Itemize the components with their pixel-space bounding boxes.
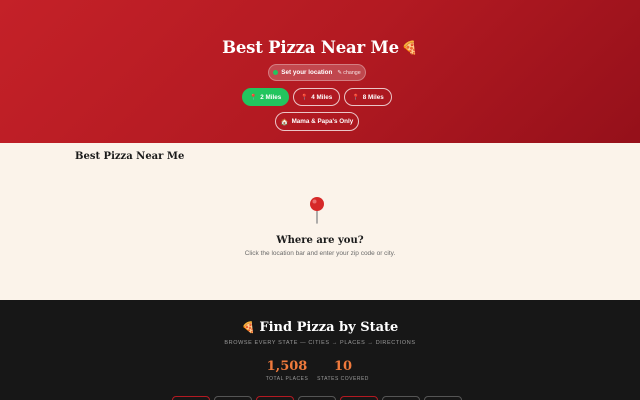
pin-icon: 📍 (300, 94, 309, 101)
pin-icon: 📍 (352, 94, 360, 101)
state-section-title-text: Find Pizza by State (259, 320, 399, 335)
section-heading: Best Pizza Near Me (75, 151, 185, 162)
location-change-link[interactable]: ✎ change (337, 70, 360, 76)
page-title: Best Pizza Near Me 🍕 (0, 38, 640, 57)
page-title-text: Best Pizza Near Me (222, 38, 399, 57)
pizza-icon: 🍕 (241, 321, 256, 334)
stat-states-covered: 10 STATES COVERED (303, 359, 383, 383)
location-label: Set your location (281, 69, 333, 76)
location-bar[interactable]: Set your location ✎ change (268, 64, 366, 81)
stat-value: 10 (333, 359, 353, 374)
state-section (0, 300, 640, 400)
radius-label: 4 Miles (311, 93, 333, 101)
empty-state-title: Where are you? (276, 235, 364, 246)
mama-papa-filter-button[interactable]: 🏠 Mama & Papa's Only (275, 112, 359, 131)
state-chip[interactable] (340, 396, 378, 400)
radius-4-miles-button[interactable]: 📍 4 Miles (293, 88, 340, 106)
state-section-subtitle: BROWSE EVERY STATE — CITIES → PLACES → D… (224, 340, 416, 346)
stat-label: STATES COVERED (317, 376, 369, 383)
location-dot-icon (273, 70, 279, 75)
state-chip[interactable] (172, 396, 210, 400)
filter-label: Mama & Papa's Only (291, 118, 354, 125)
state-chip[interactable] (214, 396, 252, 400)
pizza-icon: 🍕 (401, 41, 418, 56)
state-chip[interactable] (256, 396, 294, 400)
radius-8-miles-button[interactable]: 📍 8 Miles (344, 88, 392, 106)
map-pin-icon (310, 197, 324, 224)
house-icon: 🏠 (280, 118, 289, 126)
state-chip[interactable] (424, 396, 462, 400)
hero-banner: Best Pizza Near Me 🍕 Set your location ✎ … (0, 0, 640, 143)
radius-label: 2 Miles (260, 93, 282, 101)
radius-label: 8 Miles (362, 93, 384, 101)
radius-2-miles-button[interactable]: 📍 2 Miles (242, 88, 289, 106)
empty-state-subtitle: Click the location bar and enter your zi… (244, 250, 396, 257)
pin-icon: 📍 (249, 94, 258, 101)
state-section-title: 🍕 Find Pizza by State (0, 320, 640, 335)
state-chip[interactable] (382, 396, 420, 400)
state-chip[interactable] (298, 396, 336, 400)
